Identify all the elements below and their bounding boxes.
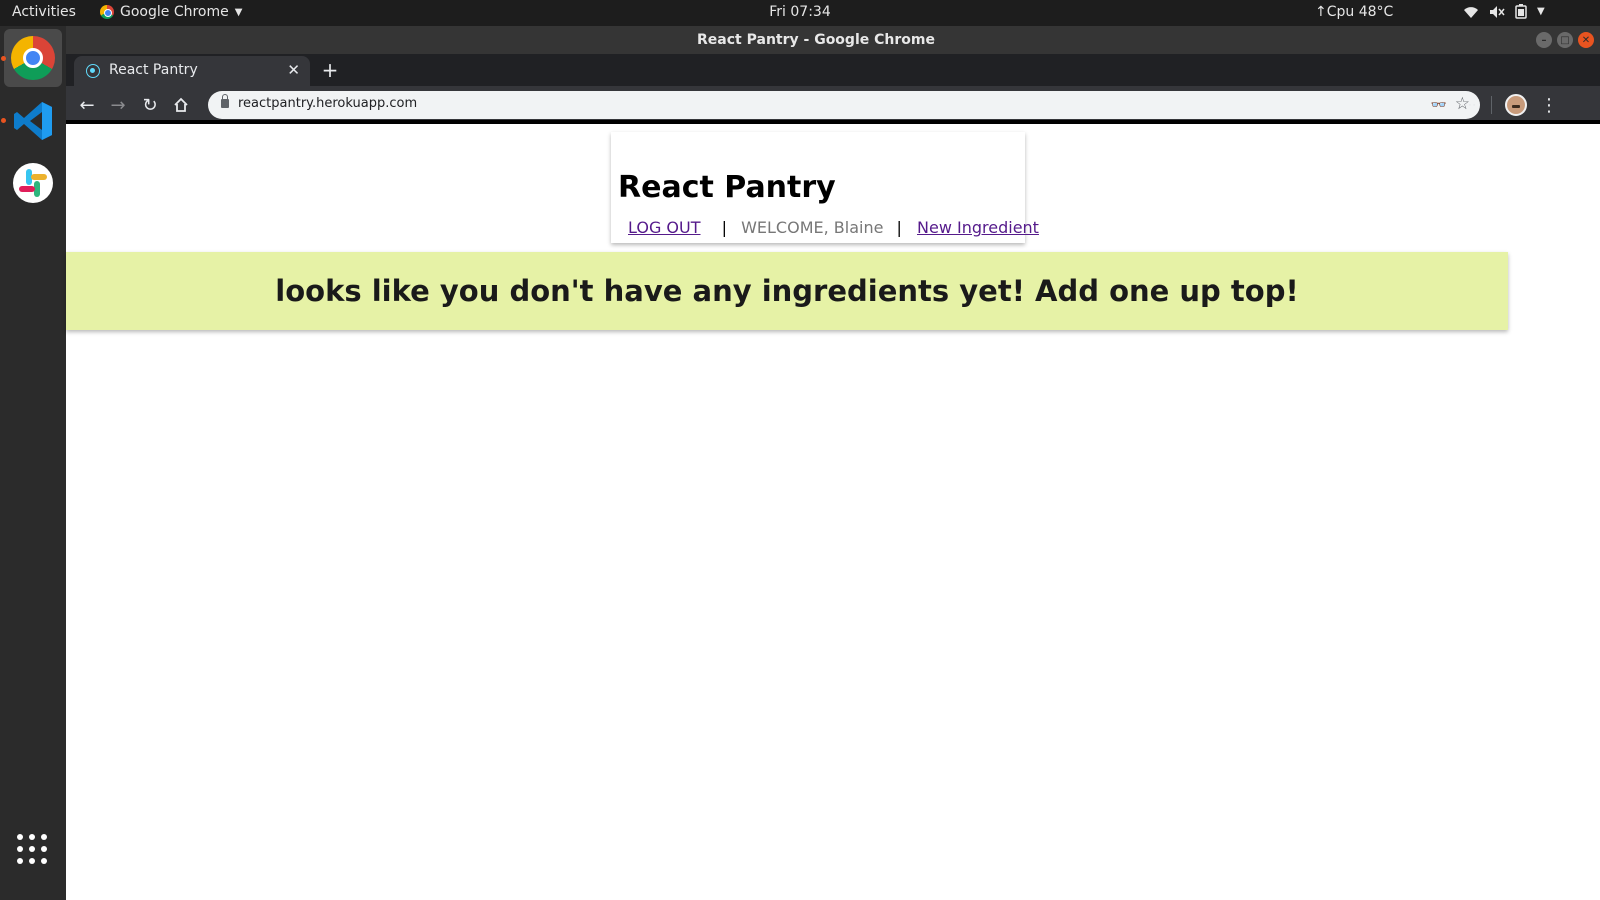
gnome-top-bar: Activities Google Chrome ▼ Fri 07:34 ↑Cp… [0,0,1600,26]
cpu-indicator[interactable]: ↑Cpu 48°C [1315,4,1393,20]
chrome-icon [100,5,114,19]
window-title: React Pantry - Google Chrome [697,32,935,48]
welcome-text: WELCOME, Blaine [741,218,884,237]
new-ingredient-link[interactable]: New Ingredient [917,218,1039,237]
chrome-icon [11,36,55,80]
tab-react-pantry[interactable]: React Pantry ✕ [74,56,310,86]
forward-button[interactable]: → [106,93,130,117]
battery-icon [1515,4,1527,19]
page-title: React Pantry [618,170,836,205]
app-menu[interactable]: Google Chrome ▼ [100,4,242,20]
lock-icon [221,94,229,108]
home-icon [174,97,188,112]
close-window-button[interactable]: ✕ [1578,32,1594,48]
vscode-icon [14,102,52,140]
empty-state-message: looks like you don't have any ingredient… [275,274,1299,308]
page-viewport: React Pantry LOG OUT | WELCOME, Blaine |… [66,124,1600,900]
volume-muted-icon [1490,5,1505,18]
tab-label: React Pantry [109,62,198,78]
chevron-down-icon: ▼ [1537,6,1545,17]
extension-glasses-icon[interactable]: 👓 [1429,95,1449,115]
system-tray[interactable]: ▼ [1463,4,1545,19]
app-menu-label: Google Chrome [120,4,229,20]
profile-avatar[interactable] [1505,94,1527,116]
header-card: React Pantry LOG OUT | WELCOME, Blaine |… [611,132,1039,243]
toolbar-divider [1491,96,1492,114]
window-titlebar: React Pantry - Google Chrome – □ ✕ [66,26,1600,54]
running-indicator [1,118,6,123]
nav-separator: | [896,218,902,237]
new-tab-button[interactable]: + [318,58,342,82]
header-nav: LOG OUT | WELCOME, Blaine | New Ingredie… [628,218,1039,237]
address-bar[interactable]: reactpantry.herokuapp.com ☆ [208,91,1480,119]
reload-button[interactable]: ↻ [138,93,162,117]
home-button[interactable] [169,93,193,117]
wifi-icon [1464,6,1478,18]
minimize-button[interactable]: – [1536,32,1552,48]
maximize-button[interactable]: □ [1557,32,1573,48]
close-tab-icon[interactable]: ✕ [287,61,300,79]
tab-strip: React Pantry ✕ + [66,54,1600,86]
react-favicon-icon [86,64,100,78]
chrome-menu-icon[interactable]: ⋮ [1537,93,1561,117]
activities-button[interactable]: Activities [12,4,76,20]
empty-state-banner: looks like you don't have any ingredient… [66,252,1508,330]
nav-separator: | [721,218,727,237]
chevron-down-icon: ▼ [234,6,243,18]
browser-toolbar: ← → ↻ reactpantry.herokuapp.com ☆ 👓 ⋯ ⋮ [66,86,1600,124]
clock[interactable]: Fri 07:34 [769,4,830,20]
dock [0,26,66,900]
dock-chrome[interactable] [4,29,62,87]
url-text: reactpantry.herokuapp.com [238,96,418,111]
dock-slack[interactable] [4,154,62,212]
running-indicator [1,56,6,61]
logout-link[interactable]: LOG OUT [628,218,701,237]
show-applications-icon[interactable] [17,834,47,864]
dock-vscode[interactable] [4,92,62,150]
back-button[interactable]: ← [75,93,99,117]
slack-icon [13,163,53,203]
extension-dots-icon[interactable]: ⋯ [1460,95,1480,115]
